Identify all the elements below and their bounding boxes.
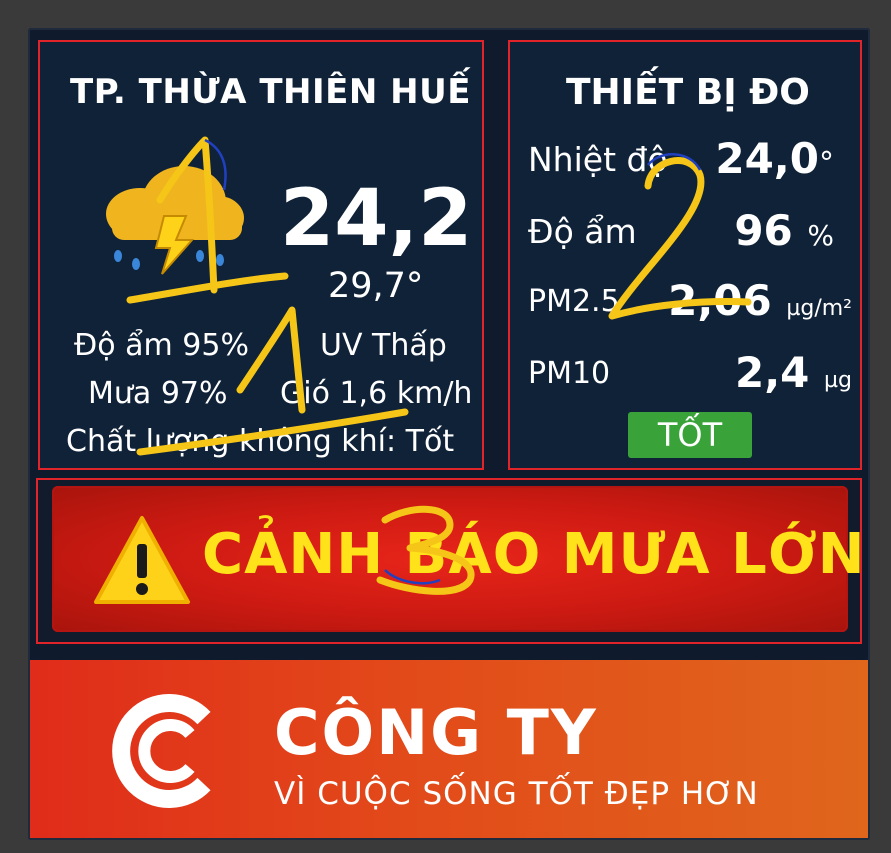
status-badge: TỐT — [628, 412, 752, 458]
device-value-pm25: 2,06 µg/m² — [668, 276, 852, 325]
device-value-humidity: 96 % — [734, 206, 834, 255]
annotation-label-3: 3 — [0, 0, 10, 4]
current-temperature: 24,2 — [280, 174, 473, 264]
company-name: CÔNG TY — [274, 696, 598, 769]
uv-text: UV Thấp — [320, 328, 447, 363]
thunderstorm-rain-icon — [92, 156, 252, 276]
alert-banner: CẢNH BÁO MƯA LỚN — [52, 486, 865, 632]
company-slogan: VÌ CUỘC SỐNG TỐT ĐẸP HƠN — [274, 776, 759, 812]
device-label-pm25: PM2.5 — [528, 284, 620, 319]
air-quality-text: Chất lượng không khí: Tốt — [66, 424, 455, 459]
device-label-humidity: Độ ẩm — [528, 212, 637, 251]
device-label-temperature: Nhiệt độ — [528, 140, 668, 179]
weather-panel: TP. THỪA THIÊN HUẾ 24,2 29,7° Độ ẩm 95% … — [38, 40, 484, 470]
alert-text: CẢNH BÁO MƯA LỚN — [202, 522, 866, 587]
feels-like-temperature: 29,7° — [328, 266, 424, 306]
device-value-pm10: 2,4 µg — [735, 348, 852, 397]
annotation-label-1b: 1 — [0, 0, 10, 4]
warning-triangle-icon — [92, 514, 192, 606]
device-panel: THIẾT BỊ ĐO Nhiệt độ 24,0° Độ ẩm 96 % PM… — [508, 40, 862, 470]
annotation-label-1: 1 — [0, 0, 10, 4]
device-title: THIẾT BỊ ĐO — [566, 72, 810, 113]
rain-text: Mưa 97% — [88, 376, 228, 411]
city-title: TP. THỪA THIÊN HUẾ — [70, 72, 471, 112]
company-c-logo — [104, 688, 230, 814]
annotation-label-2: 2 — [0, 0, 10, 4]
device-value-temperature: 24,0° — [715, 134, 834, 183]
alert-panel: CẢNH BÁO MƯA LỚN — [36, 478, 865, 644]
wind-text: Gió 1,6 km/h — [280, 376, 473, 411]
device-label-pm10: PM10 — [528, 356, 611, 391]
company-banner: CÔNG TY VÌ CUỘC SỐNG TỐT ĐẸP HƠN — [30, 660, 868, 838]
humidity-text: Độ ẩm 95% — [74, 328, 249, 363]
